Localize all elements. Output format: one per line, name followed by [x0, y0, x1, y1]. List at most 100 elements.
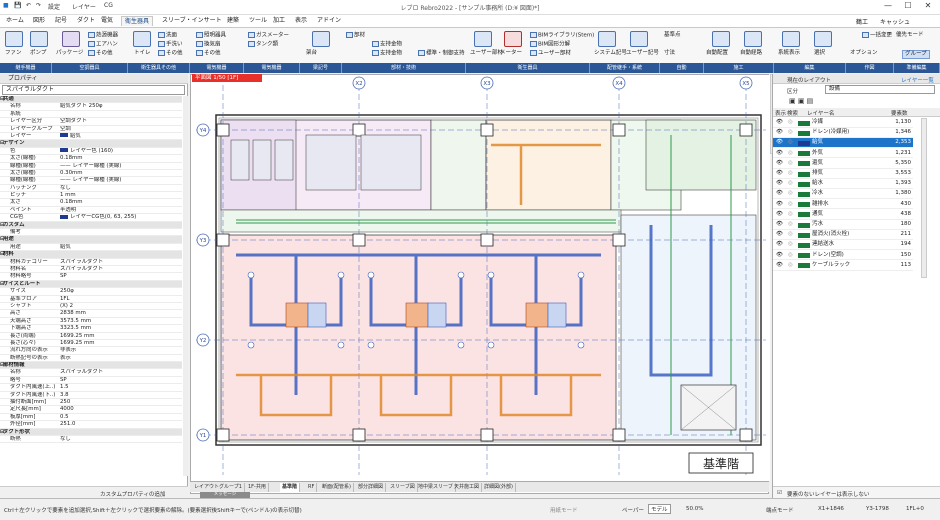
- frame-button[interactable]: 架台: [306, 50, 317, 57]
- layer-row[interactable]: 👁 ◎ 通気 438: [773, 210, 913, 220]
- auto-layout-button[interactable]: 自動配置: [706, 50, 728, 57]
- property-row[interactable]: 材料名 スパイラルダクト: [0, 266, 182, 274]
- bim-decompose-button[interactable]: BIM図形分解: [530, 41, 570, 49]
- washbasin-button[interactable]: 洗面: [158, 32, 177, 40]
- category-select[interactable]: 設備: [825, 85, 935, 94]
- property-row[interactable]: 材料カテゴリー スパイラルダクト: [0, 259, 182, 266]
- paper-button[interactable]: ペーパー: [622, 506, 644, 514]
- layer-row[interactable]: 👁 ◎ 連結送水 194: [773, 240, 913, 251]
- user-name[interactable]: 鶴工: [856, 17, 868, 26]
- property-value[interactable]: 給気: [60, 133, 81, 139]
- lighting-button[interactable]: 照明器具: [196, 32, 226, 40]
- connection-view-icon[interactable]: [782, 31, 800, 47]
- property-row[interactable]: 材料略号 SP: [0, 273, 182, 281]
- search-target-icon[interactable]: ◎: [788, 179, 793, 189]
- hide-empty-checkbox[interactable]: ☑: [777, 490, 782, 496]
- property-row[interactable]: CG色 レイヤーCG色(0, 63, 255): [0, 214, 182, 222]
- layer-row[interactable]: 👁 ◎ ドレン(空調) 150: [773, 251, 913, 261]
- property-row[interactable]: 線種(線種) —— レイヤー線種 (実線): [0, 163, 182, 170]
- property-row[interactable]: ダクト内風速(上..) 1.5: [0, 384, 182, 392]
- cache-label[interactable]: キャッシュ: [880, 17, 910, 26]
- property-row[interactable]: 長さ(両端) 1699.25 mm: [0, 333, 182, 340]
- layer-scrollbar[interactable]: [921, 118, 927, 278]
- system-symbols-icon[interactable]: [598, 31, 616, 47]
- property-row[interactable]: ダクト内風速(下..) 3.8: [0, 392, 182, 400]
- parts-button[interactable]: 部材: [346, 32, 365, 40]
- property-row[interactable]: 太さ(線種) 0.18mm: [0, 155, 182, 163]
- fan-button[interactable]: ファン: [5, 50, 22, 57]
- menu-processing[interactable]: 加工: [270, 16, 288, 26]
- property-row[interactable]: 名称 給気ダクト 250φ: [0, 103, 182, 111]
- visibility-eye-icon[interactable]: 👁: [776, 138, 783, 148]
- menu-view[interactable]: 表示: [292, 16, 310, 26]
- col-layer-name[interactable]: レイヤー名: [807, 109, 834, 117]
- property-value[interactable]: 0.18mm: [60, 199, 83, 205]
- property-value[interactable]: 非表示: [60, 347, 76, 353]
- property-value[interactable]: 空調: [60, 126, 71, 132]
- property-row[interactable]: レイヤー区分 空調ダクト: [0, 118, 182, 126]
- property-value[interactable]: 1 mm: [60, 192, 76, 198]
- search-target-icon[interactable]: ◎: [788, 261, 793, 271]
- hand-wash-button[interactable]: 手洗い: [158, 41, 183, 49]
- property-value[interactable]: 250: [60, 399, 70, 405]
- layer-row[interactable]: 👁 ◎ ケーブルラック 113: [773, 261, 913, 271]
- layer-row[interactable]: 👁 ◎ 汚水 180: [773, 220, 913, 230]
- property-row[interactable]: ハッチング なし: [0, 185, 182, 193]
- property-row[interactable]: 色レイヤー色 (160): [0, 148, 182, 156]
- search-target-icon[interactable]: ◎: [788, 251, 793, 261]
- visibility-eye-icon[interactable]: 👁: [776, 149, 783, 159]
- layer-row[interactable]: 👁 ◎ ドレン(冷媒用) 1,346: [773, 128, 913, 138]
- search-target-icon[interactable]: ◎: [788, 118, 793, 128]
- menu-tools[interactable]: ツール: [246, 16, 270, 26]
- col-visible[interactable]: 表示: [775, 109, 786, 117]
- visibility-eye-icon[interactable]: 👁: [776, 189, 783, 199]
- search-target-icon[interactable]: ◎: [788, 138, 793, 148]
- priority-mode-button[interactable]: 優先モード: [896, 32, 924, 39]
- property-value[interactable]: SP: [60, 377, 67, 383]
- search-target-icon[interactable]: ◎: [788, 210, 793, 220]
- property-value[interactable]: 251.0: [60, 421, 75, 427]
- auto-route-icon[interactable]: [744, 31, 762, 47]
- layer-row[interactable]: 👁 ◎ 雑排水 430: [773, 200, 913, 210]
- visibility-eye-icon[interactable]: 👁: [776, 220, 783, 230]
- property-value[interactable]: スパイラルダクト: [60, 266, 103, 272]
- property-value[interactable]: SP: [60, 273, 67, 279]
- property-value[interactable]: 0.30mm: [60, 170, 83, 176]
- user-symbols-button[interactable]: ユーザー記号: [626, 50, 659, 57]
- exhaust-fan-button[interactable]: 換気扇: [196, 41, 221, 49]
- property-row[interactable]: 系統: [0, 111, 182, 119]
- pump-icon[interactable]: [30, 31, 48, 47]
- element-type-select[interactable]: スパイラルダクト: [2, 85, 185, 95]
- property-row[interactable]: 抽付断面[mm] 250: [0, 399, 182, 407]
- property-row[interactable]: 太さ 0.18mm: [0, 199, 182, 207]
- layer-row[interactable]: 👁 ◎ 外気 1,231: [773, 149, 913, 159]
- connection-view-button[interactable]: 系統表示: [778, 50, 800, 57]
- property-value[interactable]: —— レイヤー線種 (実線): [60, 177, 121, 183]
- layout-tab[interactable]: 断面(配管系): [320, 483, 354, 492]
- property-row[interactable]: 定尺長[mm] 4000: [0, 406, 182, 414]
- property-value[interactable]: —— レイヤー線種 (実線): [60, 163, 121, 169]
- visibility-eye-icon[interactable]: 👁: [776, 128, 783, 138]
- property-value[interactable]: 給気ダクト 250φ: [60, 103, 103, 109]
- layer-toolbar-icon[interactable]: ▣ ▣ ▤: [789, 97, 813, 105]
- menu-fixtures[interactable]: 衛生器具: [121, 16, 154, 26]
- property-row[interactable]: レイヤーグループ 空調: [0, 126, 182, 133]
- menu-electric[interactable]: 電気: [98, 16, 116, 26]
- property-section[interactable]: ⊟ 共通: [0, 96, 182, 104]
- property-value[interactable]: 4000: [60, 406, 74, 412]
- pump-button[interactable]: ポンプ: [30, 50, 46, 57]
- visibility-eye-icon[interactable]: 👁: [776, 261, 783, 271]
- user-symbols-icon[interactable]: [630, 31, 648, 47]
- search-target-icon[interactable]: ◎: [788, 169, 793, 179]
- meter-icon[interactable]: [504, 31, 522, 47]
- snap-mode[interactable]: 端点モード: [766, 506, 794, 514]
- view-tab[interactable]: 平面図 1/50 [1F]: [192, 74, 262, 82]
- current-layout-label[interactable]: 現在のレイアウト: [787, 76, 831, 84]
- paper-mode-status[interactable]: 用紙モード: [550, 506, 578, 514]
- property-row[interactable]: 外径[mm] 251.0: [0, 421, 182, 429]
- property-value[interactable]: 表示: [60, 355, 71, 361]
- heat-source-button[interactable]: 熱源機器: [88, 32, 118, 40]
- property-value[interactable]: 1699.25 mm: [60, 340, 95, 346]
- unify-button[interactable]: 一括変更: [862, 32, 892, 40]
- property-value[interactable]: 1FL: [60, 296, 70, 302]
